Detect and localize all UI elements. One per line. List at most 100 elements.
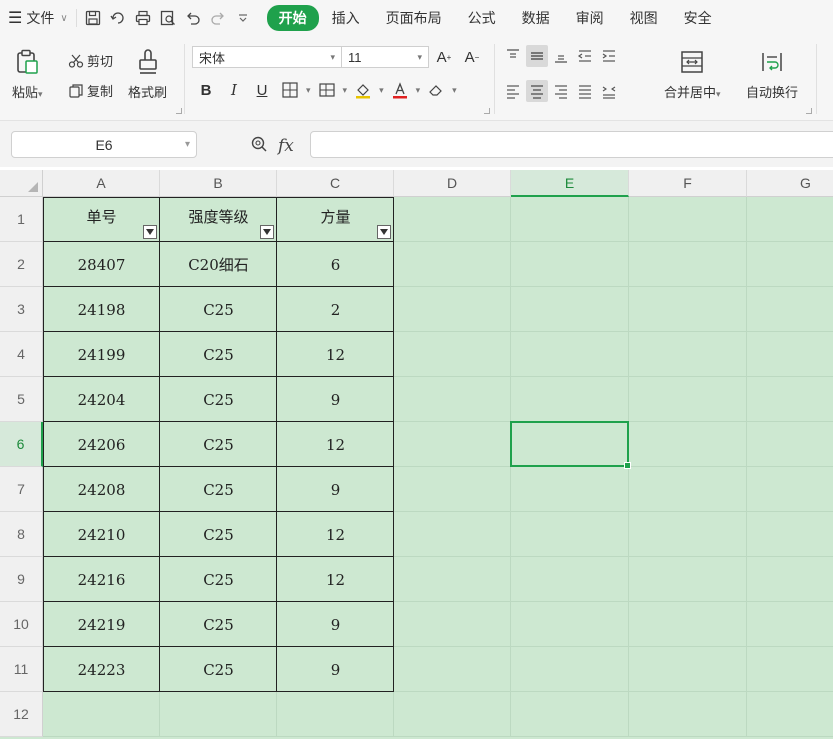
copy-button[interactable]: 复制 [68,81,113,100]
row-header-12[interactable]: 12 [0,692,43,737]
column-header-d[interactable]: D [394,170,511,197]
select-all-corner[interactable] [0,170,43,197]
row-header-8[interactable]: 8 [0,512,43,557]
print-icon[interactable] [135,10,151,26]
row-header-5[interactable]: 5 [0,377,43,422]
border-icon[interactable] [278,78,302,102]
font-group-launcher[interactable] [484,108,490,114]
table-cell[interactable]: 28407 [43,242,160,287]
table-cell[interactable]: C25 [160,557,277,602]
row-header-7[interactable]: 7 [0,467,43,512]
row-header-1[interactable]: 1 [0,197,43,242]
table-cell[interactable]: 24206 [43,422,160,467]
fill-color-icon[interactable] [351,78,375,102]
tab-insert[interactable]: 插入 [319,8,373,28]
table-cell[interactable]: 9 [277,467,394,512]
table-cell[interactable]: 24223 [43,647,160,692]
insert-function-icon[interactable]: fx [278,136,294,156]
tab-formulas[interactable]: 公式 [455,8,509,28]
header-cell[interactable]: 强度等级 [160,197,277,242]
spreadsheet-grid[interactable]: A B C D E F G 1 2 3 4 5 6 7 8 9 10 11 12 单号 强度等级 方量 28407 C20细石… [0,170,833,739]
tab-view[interactable]: 视图 [617,8,671,28]
cell-style-icon[interactable] [315,78,339,102]
save-icon[interactable] [85,10,101,26]
column-header-g[interactable]: G [747,170,833,197]
align-right-icon[interactable] [550,80,572,102]
clear-format-icon[interactable] [424,78,448,102]
align-center-icon[interactable] [526,80,548,102]
table-cell[interactable]: C25 [160,467,277,512]
bold-icon[interactable]: B [194,78,218,102]
table-cell[interactable]: 24210 [43,512,160,557]
clipboard-group-launcher[interactable] [176,108,182,114]
table-cell[interactable]: C25 [160,602,277,647]
alignment-group-launcher[interactable] [806,108,812,114]
font-size-select[interactable]: 11 ▾ [341,46,429,68]
filter-dropdown-icon[interactable] [260,225,274,239]
row-header-10[interactable]: 10 [0,602,43,647]
align-middle-icon[interactable] [526,45,548,67]
header-cell[interactable]: 单号 [43,197,160,242]
undo-history-icon[interactable] [110,10,126,26]
selected-cell[interactable] [510,421,631,469]
header-cell[interactable]: 方量 [277,197,394,242]
align-left-icon[interactable] [502,80,524,102]
font-name-select[interactable]: 宋体 ▾ [192,46,342,68]
customize-toolbar-icon[interactable] [235,10,251,26]
wrap-text-button[interactable]: 自动换行 [746,48,798,101]
underline-icon[interactable]: U [250,78,274,102]
filter-dropdown-icon[interactable] [377,225,391,239]
table-cell[interactable]: C25 [160,377,277,422]
format-painter-button[interactable]: 格式刷 [128,48,167,101]
table-cell[interactable]: 24219 [43,602,160,647]
table-cell[interactable]: 12 [277,557,394,602]
column-header-c[interactable]: C [277,170,394,197]
table-cell[interactable]: 2 [277,287,394,332]
row-header-9[interactable]: 9 [0,557,43,602]
justify-icon[interactable] [574,80,596,102]
tab-review[interactable]: 审阅 [563,8,617,28]
tab-home[interactable]: 开始 [266,5,319,31]
merge-center-button[interactable]: 合并居中▾ [664,48,721,101]
redo-icon[interactable] [210,10,226,26]
zoom-search-icon[interactable] [250,135,268,156]
fill-handle[interactable] [624,462,631,469]
align-bottom-icon[interactable] [550,45,572,67]
cut-button[interactable]: 剪切 [68,51,113,70]
row-header-3[interactable]: 3 [0,287,43,332]
column-header-e[interactable]: E [511,170,629,197]
table-cell[interactable]: 12 [277,422,394,467]
row-header-4[interactable]: 4 [0,332,43,377]
table-cell[interactable]: C25 [160,332,277,377]
table-cell[interactable]: 24216 [43,557,160,602]
table-cell[interactable]: C25 [160,647,277,692]
row-header-6[interactable]: 6 [0,422,43,467]
table-cell[interactable]: C25 [160,512,277,557]
table-cell[interactable]: 24198 [43,287,160,332]
increase-font-size-icon[interactable]: A + [432,45,456,69]
table-cell[interactable]: 12 [277,332,394,377]
table-cell[interactable]: 24204 [43,377,160,422]
increase-indent-icon[interactable] [598,45,620,67]
print-preview-icon[interactable] [160,10,176,26]
font-color-icon[interactable] [388,78,412,102]
table-cell[interactable]: 12 [277,512,394,557]
table-cell[interactable]: 9 [277,377,394,422]
italic-icon[interactable]: I [222,78,246,102]
align-top-icon[interactable] [502,45,524,67]
table-cell[interactable]: 24199 [43,332,160,377]
row-header-11[interactable]: 11 [0,647,43,692]
column-header-b[interactable]: B [160,170,277,197]
table-cell[interactable]: 9 [277,647,394,692]
tab-data[interactable]: 数据 [509,8,563,28]
decrease-font-size-icon[interactable]: A − [460,45,484,69]
tab-security[interactable]: 安全 [671,8,725,28]
undo-icon[interactable] [185,10,201,26]
column-header-a[interactable]: A [43,170,160,197]
table-cell[interactable]: 9 [277,602,394,647]
name-box[interactable]: E6 ▾ [11,131,197,158]
paste-button[interactable]: 粘贴▾ [12,48,43,101]
file-menu[interactable]: ☰ 文件 ∨ [8,8,68,28]
column-header-f[interactable]: F [629,170,747,197]
table-cell[interactable]: 6 [277,242,394,287]
